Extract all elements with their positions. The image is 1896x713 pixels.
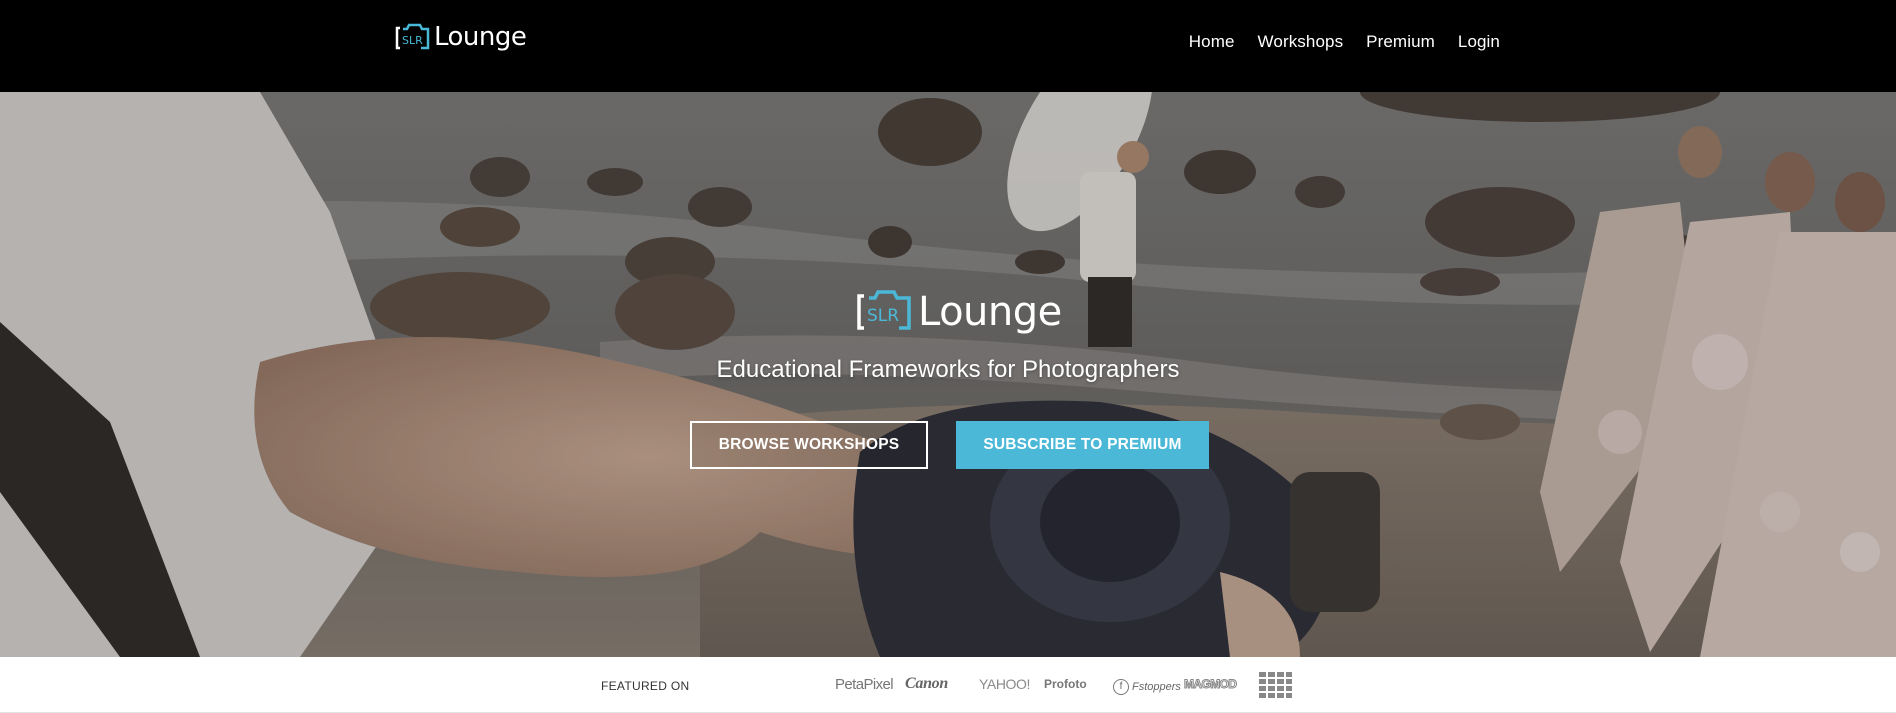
- canon-logo: Canon: [905, 675, 948, 692]
- site-logo[interactable]: SLR Lounge: [394, 22, 527, 52]
- nav-link-login[interactable]: Login: [1458, 32, 1500, 52]
- hero-tagline: Educational Frameworks for Photographers: [716, 356, 1180, 383]
- featured-on-strip: FEATURED ON PetaPixel Canon YAHOO! Profo…: [0, 657, 1896, 713]
- nav-link-premium[interactable]: Premium: [1366, 32, 1435, 52]
- logo-mark-text: SLR: [402, 34, 423, 47]
- featured-on-label: FEATURED ON: [601, 679, 690, 693]
- hero-logo: SLR Lounge: [855, 288, 1062, 332]
- logo-wordmark: Lounge: [434, 22, 527, 52]
- top-navigation-bar: SLR Lounge Home Workshops Premium Login: [0, 0, 1896, 92]
- nav-link-workshops[interactable]: Workshops: [1258, 32, 1344, 52]
- nav-link-home[interactable]: Home: [1189, 32, 1235, 52]
- petapixel-logo: PetaPixel: [835, 676, 894, 693]
- hero-logo-wordmark: Lounge: [918, 289, 1062, 335]
- hero-section: SLR Lounge Educational Frameworks for Ph…: [0, 92, 1896, 657]
- fstoppers-wordmark: Fstoppers: [1132, 681, 1181, 693]
- fstoppers-mark-icon: f: [1113, 679, 1129, 695]
- browse-workshops-button[interactable]: BROWSE WORKSHOPS: [690, 421, 928, 469]
- yahoo-logo: YAHOO!: [979, 676, 1031, 692]
- logo-mark-text: SLR: [867, 306, 899, 326]
- subscribe-premium-button[interactable]: SUBSCRIBE TO PREMIUM: [956, 421, 1209, 469]
- hero-content: SLR Lounge Educational Frameworks for Ph…: [0, 92, 1896, 657]
- grid-logo-icon: [1259, 672, 1292, 698]
- magmod-logo: MAGMOD: [1183, 677, 1237, 692]
- slr-logo-mark-icon: SLR: [857, 290, 911, 330]
- main-nav: Home Workshops Premium Login: [1189, 0, 1500, 84]
- fstoppers-logo: f Fstoppers: [1113, 679, 1181, 695]
- slr-logo-mark-icon: SLR: [395, 23, 430, 50]
- profoto-logo: Profoto: [1044, 677, 1087, 691]
